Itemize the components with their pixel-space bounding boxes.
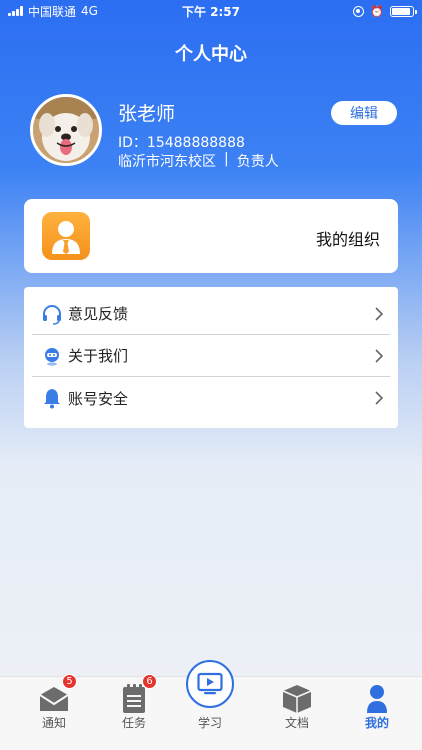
tab-label: 学习 bbox=[197, 716, 222, 730]
tab-label: 通知 bbox=[41, 716, 66, 730]
task-badge: 6 bbox=[142, 674, 157, 689]
menu-item-feedback[interactable]: 意见反馈 bbox=[32, 293, 390, 335]
carrier-label: 中国联通 bbox=[28, 4, 77, 19]
alarm-icon: ⏰ bbox=[370, 4, 384, 18]
chevron-right-icon bbox=[375, 306, 384, 321]
profile-separator: | bbox=[224, 151, 229, 167]
tab-documents[interactable]: 文档 bbox=[255, 677, 339, 750]
tab-tasks[interactable]: 6 任务 bbox=[92, 674, 176, 750]
profile-name: 张老师 bbox=[118, 103, 176, 125]
avatar[interactable] bbox=[30, 94, 102, 166]
settings-menu: 意见反馈 关于我们 账号安全 bbox=[24, 287, 398, 428]
profile-campus: 临沂市河东校区 bbox=[118, 154, 216, 170]
person-icon bbox=[367, 685, 387, 713]
signal-icon bbox=[8, 6, 23, 16]
profile-campus-role: 临沂市河东校区 | 负责人 bbox=[118, 151, 279, 171]
study-button[interactable] bbox=[186, 660, 234, 708]
my-organization-card[interactable]: 我的组织 bbox=[24, 199, 398, 273]
video-play-icon bbox=[197, 672, 223, 695]
status-bar: 中国联通 4G 下午 2:57 ⏰ bbox=[0, 0, 422, 22]
chevron-right-icon bbox=[375, 348, 384, 363]
robot-icon bbox=[40, 344, 64, 368]
network-label: 4G bbox=[81, 4, 98, 18]
menu-item-label: 关于我们 bbox=[68, 347, 129, 365]
notification-badge: 5 bbox=[62, 674, 77, 689]
orientation-lock-icon bbox=[353, 5, 365, 17]
battery-fill bbox=[392, 7, 410, 15]
status-left: 中国联通 4G bbox=[8, 3, 98, 20]
menu-item-about[interactable]: 关于我们 bbox=[32, 335, 390, 377]
edit-button[interactable]: 编辑 bbox=[331, 101, 397, 125]
manager-icon bbox=[42, 212, 90, 260]
menu-item-label: 账号安全 bbox=[68, 389, 129, 408]
box-icon bbox=[282, 685, 312, 713]
menu-item-account-security[interactable]: 账号安全 bbox=[32, 377, 390, 419]
tab-label: 我的 bbox=[364, 716, 389, 730]
tab-label: 任务 bbox=[121, 716, 146, 730]
menu-item-label: 意见反馈 bbox=[68, 305, 129, 323]
dog-avatar-image bbox=[33, 97, 99, 163]
bell-icon bbox=[40, 386, 64, 410]
battery-icon bbox=[390, 5, 417, 17]
tab-label: 文档 bbox=[284, 716, 309, 730]
tab-mine[interactable]: 我的 bbox=[335, 677, 419, 750]
chevron-right-icon bbox=[375, 391, 384, 405]
my-organization-label: 我的组织 bbox=[316, 230, 381, 249]
page-title: 个人中心 bbox=[175, 44, 247, 65]
tab-notifications[interactable]: 5 通知 bbox=[12, 674, 96, 750]
status-right: ⏰ bbox=[353, 4, 417, 18]
profile-id: ID：15488888888 bbox=[118, 135, 245, 151]
headset-icon bbox=[40, 302, 64, 326]
profile-role: 负责人 bbox=[236, 154, 279, 170]
